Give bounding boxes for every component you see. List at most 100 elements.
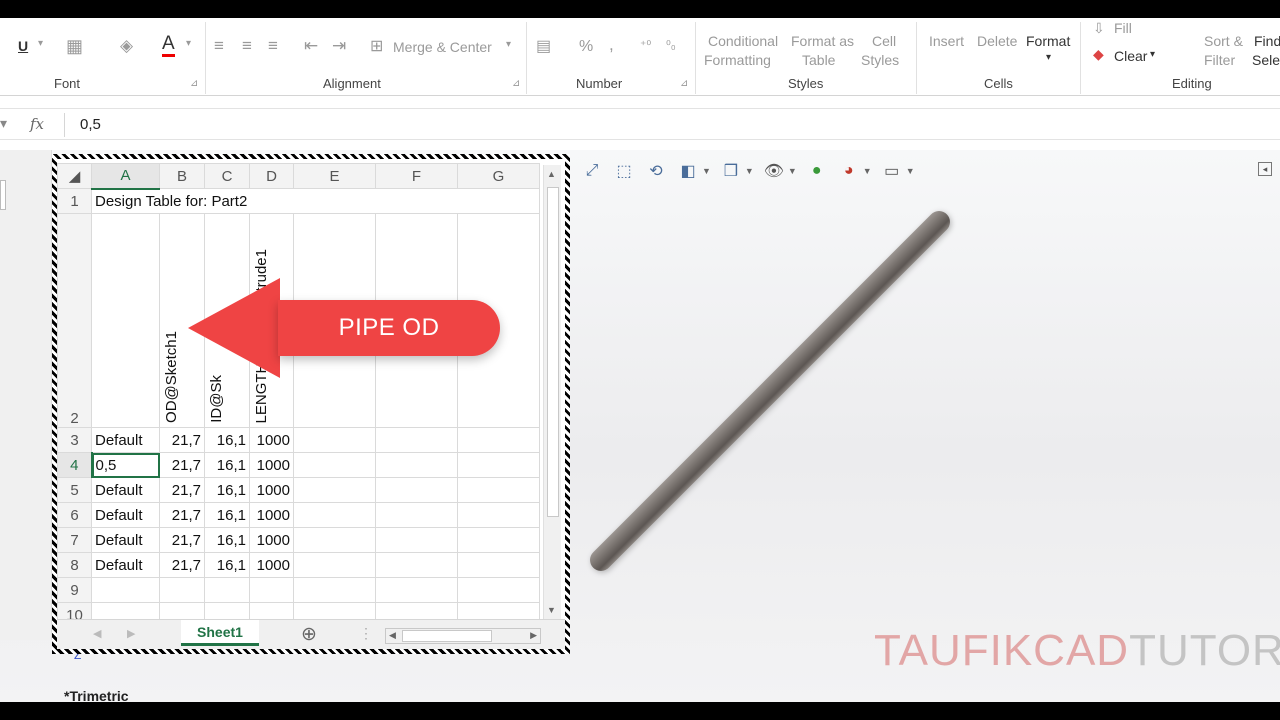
namebox-chevron-icon[interactable]: ▾ [0, 115, 7, 132]
chevron-down-icon[interactable]: ▼ [788, 166, 797, 176]
col-header-f[interactable]: F [375, 163, 458, 189]
edit-appearance-icon[interactable]: ● [805, 160, 829, 182]
cell-d[interactable]: 1000 [249, 527, 294, 553]
cell-d[interactable]: 1000 [249, 552, 294, 578]
row-header[interactable]: 6 [57, 502, 92, 528]
row-header[interactable]: 3 [57, 427, 92, 453]
formula-input[interactable]: 0,5 [80, 116, 101, 133]
col-header-e[interactable]: E [293, 163, 376, 189]
tab-scroll-left-icon[interactable]: ◀ [93, 627, 101, 640]
chevron-down-icon[interactable]: ▾ [1046, 52, 1051, 63]
insert-button[interactable]: Insert [929, 33, 964, 49]
chevron-down-icon[interactable]: ▼ [745, 166, 754, 176]
cell-e[interactable] [293, 477, 376, 503]
number-format-icon[interactable]: ▤ [536, 36, 551, 56]
hide-show-items-icon[interactable]: 👁 [762, 160, 786, 182]
percent-button[interactable]: % [579, 38, 593, 56]
cell-e[interactable] [293, 502, 376, 528]
scroll-thumb[interactable] [547, 187, 559, 517]
task-pane-collapse-icon[interactable]: ◂ [1258, 162, 1272, 176]
cell[interactable] [293, 577, 376, 603]
borders-icon[interactable]: ▦ [66, 36, 83, 57]
row-header[interactable]: 5 [57, 477, 92, 503]
format-button[interactable]: Format [1026, 33, 1070, 49]
tab-scroll-right-icon[interactable]: ▶ [127, 627, 135, 640]
cell-b[interactable]: 21,7 [159, 452, 205, 478]
chevron-down-icon[interactable]: ▼ [863, 166, 872, 176]
cell[interactable] [457, 577, 540, 603]
scroll-right-icon[interactable]: ▶ [530, 630, 537, 641]
cell-c[interactable]: 16,1 [204, 477, 250, 503]
cell-f[interactable] [375, 502, 458, 528]
cell-a1[interactable]: Design Table for: Part2 [91, 188, 540, 214]
row-header[interactable]: 4 [57, 452, 93, 478]
section-view-icon[interactable]: ◧ [676, 160, 700, 182]
cell-e[interactable] [293, 452, 376, 478]
row-header[interactable]: 1 [57, 188, 92, 214]
row-header[interactable]: 8 [57, 552, 92, 578]
col-header-b[interactable]: B [159, 163, 205, 189]
insert-function-button[interactable]: fx [30, 115, 44, 133]
col-header-d[interactable]: D [249, 163, 294, 189]
row-header[interactable]: 7 [57, 527, 92, 553]
cell-e[interactable] [293, 427, 376, 453]
cell-a-selected[interactable]: 0,5 [91, 452, 160, 478]
decrease-decimal-icon[interactable]: ⁰₀ [666, 38, 676, 52]
view-settings-icon[interactable]: ▭ [880, 160, 904, 182]
tab-sheet1[interactable]: Sheet1 [181, 620, 259, 646]
col-header-a[interactable]: A [91, 163, 160, 190]
increase-indent-icon[interactable]: ⇥ [332, 36, 346, 56]
cell-g[interactable] [457, 552, 540, 578]
cell-e[interactable] [293, 527, 376, 553]
cell-a[interactable]: Default [91, 552, 160, 578]
align-center-icon[interactable]: ≡ [242, 36, 252, 56]
clear-button[interactable]: Clear [1114, 48, 1147, 64]
increase-decimal-icon[interactable]: ⁺⁰ [640, 38, 651, 52]
cell-d[interactable]: 1000 [249, 452, 294, 478]
cell-a[interactable]: Default [91, 427, 160, 453]
cell[interactable] [204, 577, 250, 603]
comma-button[interactable]: , [609, 35, 614, 55]
cell-a[interactable]: Default [91, 502, 160, 528]
chevron-down-icon[interactable]: ▾ [1150, 49, 1155, 60]
underline-button[interactable]: U [18, 38, 28, 54]
cell-a[interactable]: Default [91, 477, 160, 503]
row-header[interactable]: 2 [57, 213, 92, 428]
embedded-design-table[interactable]: ◢ A B C D E F G 1 Design Table for: Part… [52, 154, 570, 654]
font-color-icon[interactable]: A [162, 34, 175, 57]
cell-f[interactable] [375, 427, 458, 453]
horizontal-scrollbar[interactable]: ◀ ▶ [385, 628, 541, 644]
chevron-down-icon[interactable]: ▼ [702, 166, 711, 176]
cell-b[interactable]: 21,7 [159, 527, 205, 553]
fill-button[interactable]: Fill [1114, 20, 1132, 36]
dialog-launcher-icon[interactable]: ⊿ [512, 78, 520, 89]
cell-f[interactable] [375, 452, 458, 478]
cell-a2[interactable] [91, 213, 160, 428]
scroll-left-icon[interactable]: ◀ [389, 630, 396, 641]
zoom-to-area-icon[interactable]: ⬚ [612, 160, 636, 182]
zoom-to-fit-icon[interactable]: ⤢ [580, 160, 604, 182]
cell-b[interactable]: 21,7 [159, 477, 205, 503]
splitter-dots-icon[interactable]: ⋮ [359, 625, 373, 642]
cell-g[interactable] [457, 477, 540, 503]
align-left-icon[interactable]: ≡ [214, 36, 224, 56]
cell-c[interactable]: 16,1 [204, 452, 250, 478]
cell-a[interactable]: Default [91, 527, 160, 553]
cell-c[interactable]: 16,1 [204, 527, 250, 553]
select-all-corner[interactable]: ◢ [57, 163, 92, 189]
row-header[interactable]: 9 [57, 577, 92, 603]
cell-d[interactable]: 1000 [249, 477, 294, 503]
cell-b[interactable]: 21,7 [159, 552, 205, 578]
delete-button[interactable]: Delete [977, 33, 1017, 49]
dialog-launcher-icon[interactable]: ⊿ [190, 78, 198, 89]
cell[interactable] [159, 577, 205, 603]
cell-c[interactable]: 16,1 [204, 427, 250, 453]
fill-color-icon[interactable]: ◈ [120, 36, 133, 56]
cell-g[interactable] [457, 502, 540, 528]
cell-d[interactable]: 1000 [249, 502, 294, 528]
align-right-icon[interactable]: ≡ [268, 36, 278, 56]
cell-f[interactable] [375, 477, 458, 503]
col-header-c[interactable]: C [204, 163, 250, 189]
chevron-down-icon[interactable]: ▾ [38, 38, 43, 49]
cell[interactable] [91, 577, 160, 603]
